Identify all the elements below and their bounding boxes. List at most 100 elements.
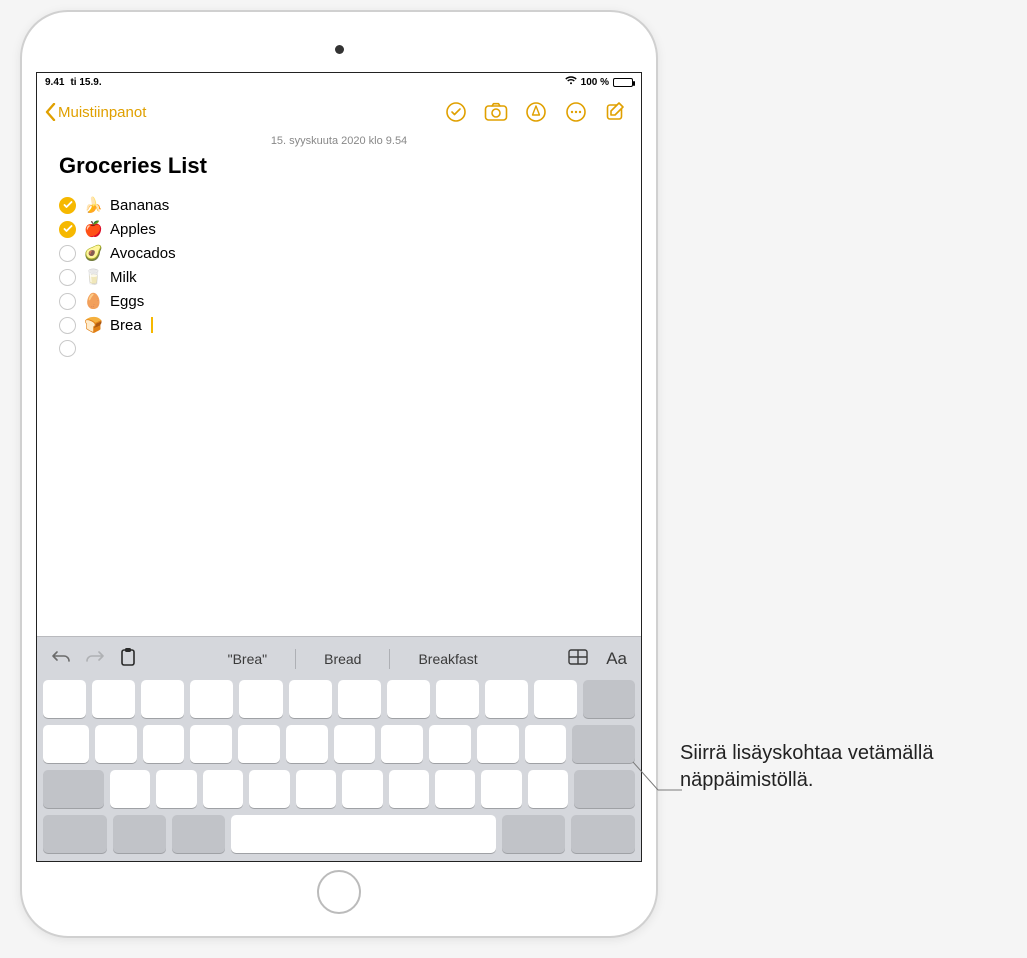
checklist-item[interactable]: 🍞 Brea	[59, 313, 619, 337]
compose-button[interactable]	[599, 95, 633, 129]
checkbox-unchecked-icon[interactable]	[59, 317, 76, 334]
key[interactable]	[334, 725, 376, 763]
screen: 9.41 ti 15.9. 100 % Muistiinpanot	[36, 72, 642, 862]
front-camera	[335, 45, 344, 54]
status-bar: 9.41 ti 15.9. 100 %	[37, 73, 641, 91]
key[interactable]	[436, 680, 479, 718]
checklist-button[interactable]	[439, 95, 473, 129]
checkbox-unchecked-icon[interactable]	[59, 293, 76, 310]
key[interactable]	[528, 770, 568, 808]
text-cursor	[151, 317, 153, 333]
kb-row-1	[43, 680, 635, 718]
home-button[interactable]	[317, 870, 361, 914]
key[interactable]	[143, 725, 185, 763]
camera-button[interactable]	[479, 95, 513, 129]
item-emoji: 🍞	[84, 316, 102, 334]
suggestion-2[interactable]: Breakfast	[404, 651, 491, 667]
kb-row-3	[43, 770, 635, 808]
kb-row-2	[43, 725, 635, 763]
numbers-key[interactable]	[502, 815, 566, 853]
keyboard-toolbar: "Brea" Bread Breakfast Aa	[43, 643, 635, 680]
navbar: Muistiinpanot	[37, 91, 641, 133]
item-emoji: 🍌	[84, 196, 102, 214]
checkbox-unchecked-icon[interactable]	[59, 269, 76, 286]
key[interactable]	[296, 770, 336, 808]
checkbox-unchecked-icon[interactable]	[59, 340, 76, 357]
back-label: Muistiinpanot	[58, 104, 146, 121]
key[interactable]	[534, 680, 577, 718]
key[interactable]	[477, 725, 519, 763]
bezel-top	[36, 26, 642, 72]
item-text[interactable]: Milk	[110, 269, 137, 286]
note-title[interactable]: Groceries List	[37, 153, 641, 179]
markup-button[interactable]	[519, 95, 553, 129]
key[interactable]	[429, 725, 471, 763]
space-key[interactable]	[231, 815, 496, 853]
ipad-frame: 9.41 ti 15.9. 100 % Muistiinpanot	[20, 10, 658, 938]
table-button[interactable]	[568, 649, 588, 668]
key[interactable]	[435, 770, 475, 808]
checkbox-checked-icon[interactable]	[59, 197, 76, 214]
checklist-item[interactable]: 🥚Eggs	[59, 289, 619, 313]
item-text[interactable]: Bananas	[110, 197, 169, 214]
item-text[interactable]: Eggs	[110, 293, 144, 310]
hide-keyboard-key[interactable]	[571, 815, 635, 853]
key[interactable]	[289, 680, 332, 718]
key[interactable]	[141, 680, 184, 718]
checklist-item[interactable]: 🥛Milk	[59, 265, 619, 289]
key[interactable]	[342, 770, 382, 808]
key[interactable]	[481, 770, 521, 808]
battery-icon	[613, 78, 633, 87]
key[interactable]	[92, 680, 135, 718]
checkbox-unchecked-icon[interactable]	[59, 245, 76, 262]
key[interactable]	[389, 770, 429, 808]
checkbox-checked-icon[interactable]	[59, 221, 76, 238]
callout-text: Siirrä lisäyskohtaa vetämällä näppäimist…	[680, 740, 1010, 794]
undo-button[interactable]	[51, 650, 71, 667]
item-emoji: 🥑	[84, 244, 102, 262]
item-text[interactable]: Avocados	[110, 245, 176, 262]
key[interactable]	[387, 680, 430, 718]
key[interactable]	[485, 680, 528, 718]
backspace-key[interactable]	[583, 680, 635, 718]
key[interactable]	[239, 680, 282, 718]
clipboard-button[interactable]	[119, 647, 137, 670]
tab-key[interactable]	[43, 725, 89, 763]
key[interactable]	[203, 770, 243, 808]
key[interactable]	[238, 725, 280, 763]
key[interactable]	[190, 680, 233, 718]
key[interactable]	[249, 770, 289, 808]
key[interactable]	[190, 725, 232, 763]
key[interactable]	[381, 725, 423, 763]
item-text[interactable]: Apples	[110, 221, 156, 238]
key[interactable]	[95, 725, 137, 763]
more-button[interactable]	[559, 95, 593, 129]
wifi-icon	[565, 76, 577, 88]
checklist-item[interactable]	[59, 337, 619, 360]
checklist-item[interactable]: 🥑 Avocados	[59, 241, 619, 265]
key[interactable]	[110, 770, 150, 808]
status-date: ti 15.9.	[70, 77, 101, 88]
redo-button[interactable]	[85, 650, 105, 667]
key[interactable]	[156, 770, 196, 808]
suggestion-1[interactable]: Bread	[310, 651, 375, 667]
checklist-item[interactable]: 🍎 Apples	[59, 217, 619, 241]
globe-key[interactable]	[113, 815, 166, 853]
mic-key[interactable]	[172, 815, 225, 853]
key[interactable]	[43, 680, 86, 718]
suggestion-0[interactable]: "Brea"	[214, 651, 282, 667]
item-text[interactable]: Brea	[110, 317, 142, 334]
key[interactable]	[338, 680, 381, 718]
numbers-key[interactable]	[43, 815, 107, 853]
note-body[interactable]: 15. syyskuuta 2020 klo 9.54 Groceries Li…	[37, 133, 641, 861]
shift-key[interactable]	[43, 770, 104, 808]
checklist-item[interactable]: 🍌 Bananas	[59, 193, 619, 217]
keyboard[interactable]: "Brea" Bread Breakfast Aa	[37, 636, 641, 861]
checklist[interactable]: 🍌 Bananas 🍎 Apples 🥑 Avocados 🥛Milk🥚Eggs 🍞 Brea	[37, 193, 641, 360]
status-time: 9.41	[45, 77, 64, 88]
format-button[interactable]: Aa	[606, 649, 627, 669]
key[interactable]	[525, 725, 567, 763]
back-button[interactable]: Muistiinpanot	[45, 103, 146, 121]
item-emoji: 🍎	[84, 220, 102, 238]
key[interactable]	[286, 725, 328, 763]
